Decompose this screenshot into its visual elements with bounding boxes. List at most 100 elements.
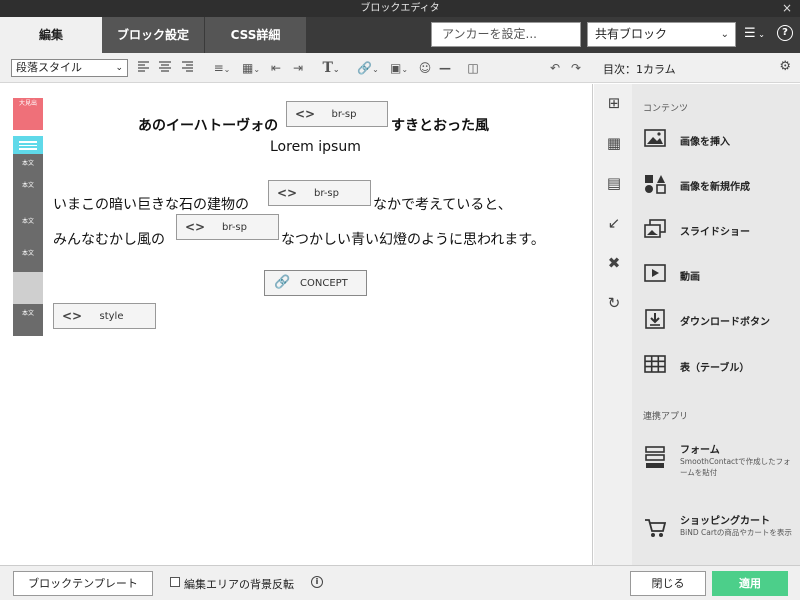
- apps-header: 連携アプリ: [643, 412, 689, 422]
- text-format-icon[interactable]: T⌄: [320, 59, 342, 77]
- image-icon[interactable]: ▣⌄: [388, 59, 410, 77]
- add-block-icon[interactable]: ⊞: [605, 94, 623, 112]
- align-left-icon[interactable]: [138, 59, 150, 77]
- marker-label: 本文: [21, 250, 34, 257]
- item-label: ダウンロードボタン: [680, 317, 770, 328]
- history-icon[interactable]: ↻: [605, 294, 623, 312]
- marker-label: 本文: [21, 160, 34, 167]
- info-icon[interactable]: i: [311, 576, 323, 588]
- video-item[interactable]: 動画: [632, 257, 800, 293]
- footer-bar: ブロックテンプレート 編集エリアの背景反転 i 閉じる 適用: [0, 565, 800, 600]
- close-icon[interactable]: ×: [782, 0, 792, 17]
- close-button[interactable]: 閉じる: [630, 571, 706, 596]
- chevron-down-icon: ⌄: [115, 63, 123, 73]
- marker-body[interactable]: 本文: [13, 244, 43, 272]
- editor-toolbar: 段落スタイル ⌄ ≡⌄ ▦⌄ ⇤ ⇥ T⌄ 🔗⌄ ▣⌄ ☺ — ◫ ↶ ↷: [0, 53, 593, 83]
- column-icon[interactable]: ◫: [466, 59, 480, 77]
- body-text[interactable]: みんなむかし風の: [53, 229, 165, 249]
- apply-button[interactable]: 適用: [712, 571, 788, 596]
- align-right-icon[interactable]: [181, 59, 193, 77]
- app-description: SmoothContactで作成したフォームを貼付: [680, 457, 791, 477]
- editor-canvas[interactable]: 大見出 本文 本文 本文 本文 本文 あのイーハトーヴォの <> br-sp す…: [0, 84, 593, 565]
- marker-body[interactable]: 本文: [13, 304, 43, 336]
- tab-block-settings[interactable]: ブロック設定: [102, 17, 204, 53]
- marker-empty[interactable]: [13, 272, 43, 304]
- item-label: 画像を挿入: [680, 137, 730, 148]
- undo-icon[interactable]: ↶: [548, 59, 562, 77]
- tools-icon[interactable]: ✖: [605, 254, 623, 272]
- marker-body[interactable]: 本文: [13, 176, 43, 210]
- link-icon: 🔗: [274, 275, 291, 290]
- horizontal-rule-icon[interactable]: —: [438, 59, 452, 77]
- marker-body[interactable]: 本文: [13, 154, 43, 176]
- help-icon[interactable]: ?: [777, 25, 793, 41]
- table-item[interactable]: 表（テーブル）: [632, 348, 800, 384]
- marker-label: 本文: [21, 182, 34, 189]
- panel-icon-rail: ⊞ ▦ ▤ ↙ ✖ ↻: [594, 84, 632, 565]
- download-button-item[interactable]: ダウンロードボタン: [632, 302, 800, 338]
- item-label: 動画: [680, 272, 700, 283]
- br-sp-tag[interactable]: <> br-sp: [268, 180, 371, 206]
- tag-label: br-sp: [331, 109, 357, 120]
- invert-background-checkbox[interactable]: [170, 577, 180, 587]
- import-icon[interactable]: ↙: [605, 214, 623, 232]
- body-text[interactable]: いまこの暗い巨きな石の建物の: [53, 194, 249, 214]
- anchor-input[interactable]: アンカーを設定...: [431, 22, 581, 47]
- shared-block-value: 共有ブロック: [595, 27, 668, 41]
- concept-label: CONCEPT: [300, 278, 348, 289]
- tag-label: style: [99, 311, 124, 322]
- panel-title: 目次：1カラム: [603, 63, 676, 76]
- form-icon: [644, 446, 666, 470]
- tag-label: br-sp: [222, 222, 247, 233]
- tab-css-details[interactable]: CSS詳細: [204, 17, 306, 53]
- app-description: BiND Cartの商品やカートを表示: [680, 528, 792, 537]
- heading-text[interactable]: すきとおった風: [391, 115, 489, 135]
- slideshow-item[interactable]: スライドショー: [632, 212, 800, 248]
- new-image-item[interactable]: 画像を新規作成: [632, 167, 800, 203]
- link-icon[interactable]: 🔗⌄: [357, 59, 379, 77]
- item-label: スライドショー: [680, 227, 750, 238]
- image-insert-icon: [644, 129, 666, 149]
- body-text[interactable]: なつかしい青い幻燈のように思われます。: [281, 229, 545, 249]
- window-title: ブロックエディタ: [360, 3, 440, 14]
- shared-block-select[interactable]: 共有ブロック ⌄: [587, 22, 736, 47]
- table-icon: [644, 355, 666, 375]
- br-sp-tag[interactable]: <> br-sp: [176, 214, 279, 240]
- marker-selected[interactable]: [13, 136, 43, 154]
- br-sp-tag[interactable]: <> br-sp: [286, 101, 388, 127]
- menu-icon[interactable]: ☰ ⌄: [744, 26, 765, 41]
- grid-icon[interactable]: ▦: [605, 134, 623, 152]
- heading-text[interactable]: あのイーハトーヴォの: [138, 115, 278, 135]
- bullet-list-icon[interactable]: ≡⌄: [211, 59, 233, 77]
- insert-image-item[interactable]: 画像を挿入: [632, 122, 800, 158]
- paragraph-style-select[interactable]: 段落スタイル ⌄: [11, 59, 128, 77]
- cart-app-item[interactable]: ショッピングカート BiND Cartの商品やカートを表示: [632, 509, 800, 555]
- gear-icon[interactable]: ⚙: [779, 59, 791, 74]
- download-icon: [644, 309, 666, 329]
- panel-header: 目次：1カラム ⚙: [593, 53, 800, 83]
- contents-header: コンテンツ: [643, 104, 689, 114]
- marker-body[interactable]: 本文: [13, 210, 43, 244]
- document-icon[interactable]: ▤: [605, 174, 623, 192]
- marker-label: 本文: [21, 218, 34, 225]
- redo-icon[interactable]: ↷: [569, 59, 583, 77]
- indent-icon[interactable]: ⇥: [292, 59, 304, 77]
- tab-row: 編集 ブロック設定 CSS詳細 アンカーを設定... 共有ブロック ⌄ ☰ ⌄ …: [0, 17, 800, 53]
- concept-link-button[interactable]: 🔗 CONCEPT: [264, 270, 367, 296]
- emoji-icon[interactable]: ☺: [418, 59, 432, 77]
- shapes-icon: [644, 174, 666, 194]
- align-center-icon[interactable]: [159, 59, 171, 77]
- outdent-icon[interactable]: ⇤: [270, 59, 282, 77]
- tab-edit[interactable]: 編集: [0, 17, 102, 53]
- body-text[interactable]: なかで考えていると、: [373, 194, 512, 214]
- marker-heading[interactable]: 大見出: [13, 98, 43, 130]
- block-list-icon[interactable]: ▦⌄: [240, 59, 262, 77]
- paragraph-style-value: 段落スタイル: [16, 61, 82, 74]
- block-template-button[interactable]: ブロックテンプレート: [13, 571, 153, 596]
- video-icon: [644, 264, 666, 284]
- subheading-text[interactable]: Lorem ipsum: [270, 139, 361, 155]
- form-app-item[interactable]: フォーム SmoothContactで作成したフォームを貼付: [632, 438, 800, 484]
- panel-list: コンテンツ 画像を挿入 画像を新規作成 スライドショー 動画 ダウンロードボタン: [632, 84, 800, 565]
- style-tag[interactable]: <> style: [53, 303, 156, 329]
- item-label: 画像を新規作成: [680, 182, 750, 193]
